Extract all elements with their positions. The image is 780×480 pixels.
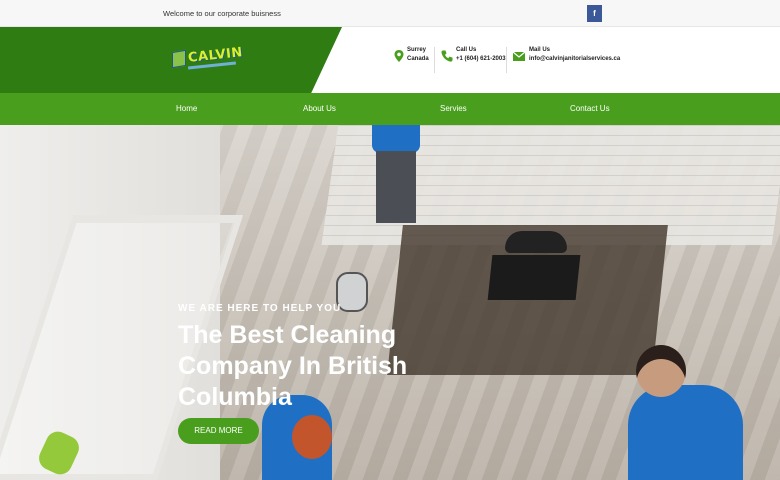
logo-cube-icon — [172, 49, 186, 69]
cleaner-pants — [376, 151, 416, 223]
phone-line1: Call Us — [456, 47, 477, 53]
hero-eyebrow: WE ARE HERE TO HELP YOU — [178, 303, 342, 314]
welcome-text: Welcome to our corporate buisness — [163, 9, 281, 18]
nav-item-contact-us[interactable]: Contact Us — [570, 104, 610, 113]
header-divider — [506, 47, 507, 73]
header-divider — [434, 47, 435, 73]
hero-cleaner-standing — [372, 125, 420, 245]
site-logo[interactable]: CALVIN — [170, 45, 244, 75]
location-pin-icon — [394, 50, 404, 62]
nav-item-home[interactable]: Home — [176, 104, 197, 113]
site-header: CALVIN Surrey Canada Call Us +1 (604) 62… — [0, 27, 780, 93]
hero-banner: WE ARE HERE TO HELP YOU The Best Cleanin… — [0, 125, 780, 480]
email-line1: Mail Us — [529, 47, 551, 53]
nav-item-about-us[interactable]: About Us — [303, 104, 336, 113]
phone-icon — [441, 50, 453, 62]
hero-chair — [505, 231, 567, 253]
cleaner-man-body — [628, 385, 743, 480]
hero-headline: The Best Cleaning Company In British Col… — [178, 321, 408, 411]
main-nav: Home About Us Servies Contact Us — [0, 93, 780, 125]
phone-info[interactable]: Call Us +1 (604) 621-2003 — [440, 45, 508, 75]
read-more-button[interactable]: READ MORE — [178, 418, 259, 444]
phone-line2: +1 (604) 621-2003 — [456, 56, 506, 62]
email-info[interactable]: Mail Us info@calvinjanitorialservices.ca — [512, 45, 622, 75]
cleaner-woman-head — [292, 415, 332, 459]
hero-cleaner-man — [628, 345, 743, 480]
location-line2: Canada — [407, 56, 429, 62]
top-bar: Welcome to our corporate buisness f — [0, 0, 780, 27]
email-line2: info@calvinjanitorialservices.ca — [529, 56, 621, 62]
facebook-icon[interactable]: f — [587, 5, 602, 22]
nav-item-services[interactable]: Servies — [440, 104, 467, 113]
cleaner-shirt — [372, 125, 420, 153]
cleaner-man-head — [636, 345, 686, 397]
mail-icon — [512, 51, 526, 61]
location-line1: Surrey — [407, 47, 427, 53]
hero-monitor — [487, 255, 581, 300]
